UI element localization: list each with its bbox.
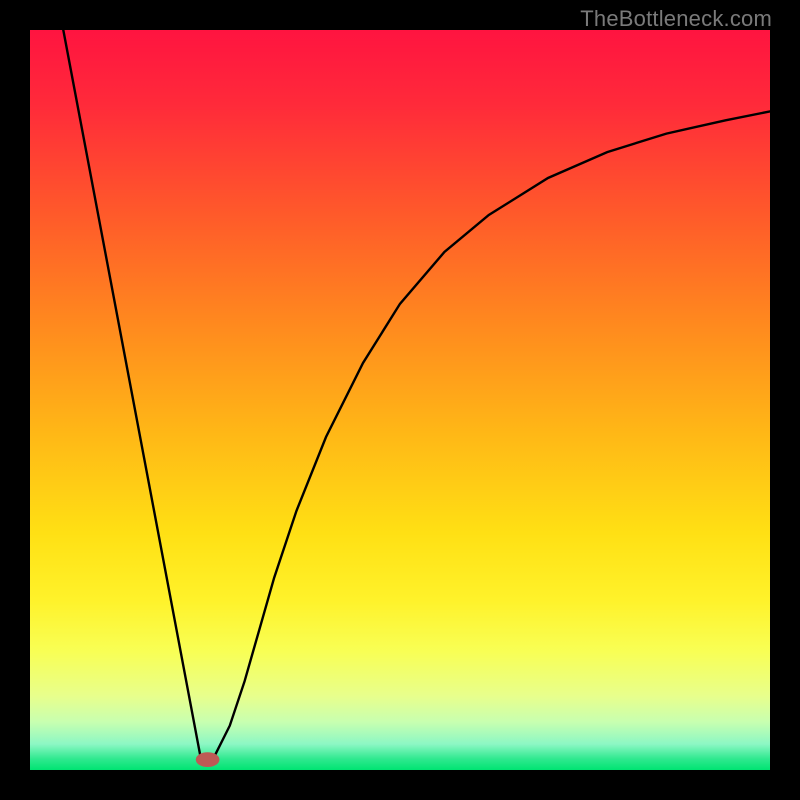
min-marker xyxy=(196,752,220,767)
chart-frame: TheBottleneck.com xyxy=(0,0,800,800)
watermark-text: TheBottleneck.com xyxy=(580,6,772,32)
right-curve xyxy=(215,111,770,755)
plot-area xyxy=(30,30,770,770)
curve-layer xyxy=(30,30,770,770)
left-line xyxy=(63,30,200,755)
